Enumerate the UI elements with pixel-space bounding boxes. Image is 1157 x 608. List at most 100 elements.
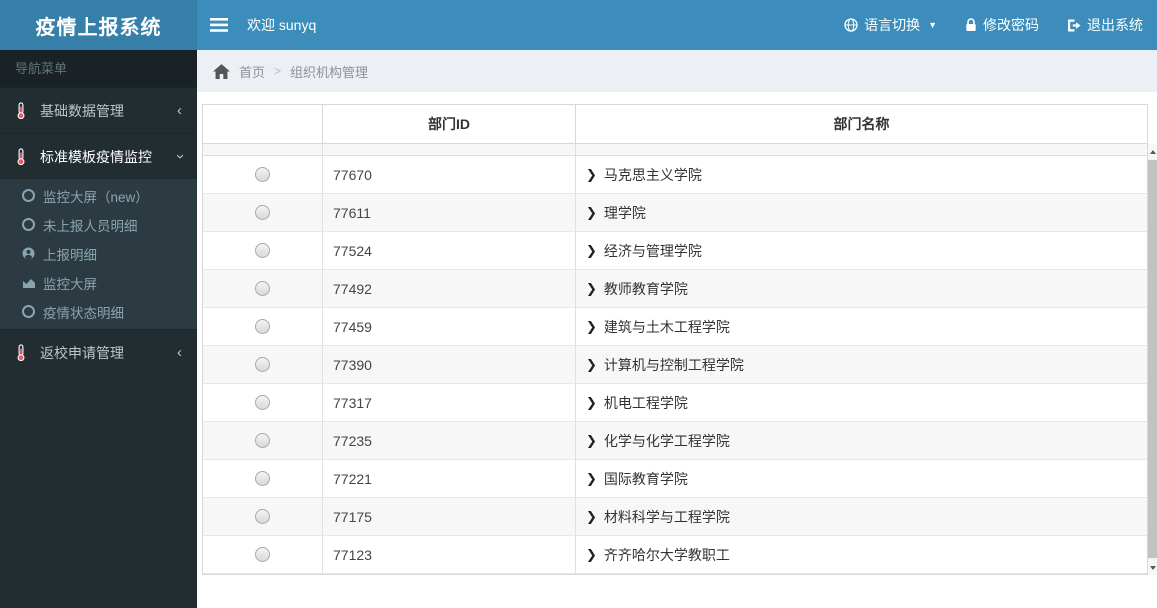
dept-name: 计算机与控制工程学院	[603, 356, 744, 373]
user-icon	[22, 247, 43, 260]
sidebar-item-label: 返校申请管理	[40, 344, 124, 361]
dept-id-cell: 77611	[323, 194, 576, 231]
dept-name-cell[interactable]: ❯ 计算机与控制工程学院	[576, 346, 1147, 383]
dept-id-cell: 77459	[323, 308, 576, 345]
top-navbar: 欢迎 sunyq 语言切换 ▼ 修改密码 退出系统	[197, 0, 1157, 50]
dept-name: 教师教育学院	[603, 280, 688, 297]
table-body: 77670 ❯ 马克思主义学院 77611 ❯ 理学院 77524 ❯ 经济与管…	[202, 144, 1148, 575]
change-password-label: 修改密码	[983, 17, 1039, 33]
chevron-right-icon: ❯	[586, 394, 597, 410]
dept-name-cell[interactable]: ❯ 国际教育学院	[576, 460, 1147, 497]
table-row: 77524 ❯ 经济与管理学院	[203, 232, 1147, 270]
sidebar-nav-header: 导航菜单	[0, 50, 197, 87]
dept-name-cell[interactable]: ❯ 经济与管理学院	[576, 232, 1147, 269]
submenu-item-label: 上报明细	[43, 247, 97, 263]
row-radio-button[interactable]	[255, 395, 270, 410]
language-switch-button[interactable]: 语言切换 ▼	[830, 0, 951, 50]
chevron-right-icon: ❯	[586, 280, 597, 296]
sidebar-item-epidemic-status-detail[interactable]: 疫情状态明细	[0, 297, 197, 326]
table-header-dept-name[interactable]: 部门名称	[576, 105, 1147, 143]
row-select-cell	[203, 384, 323, 421]
chevron-right-icon: ❯	[586, 356, 597, 372]
triangle-down-icon	[1149, 565, 1156, 570]
navbar-right-menu: 语言切换 ▼ 修改密码 退出系统	[830, 0, 1157, 50]
dept-name-cell[interactable]: ❯ 建筑与土木工程学院	[576, 308, 1147, 345]
row-select-cell	[203, 498, 323, 535]
row-select-cell	[203, 422, 323, 459]
row-radio-button[interactable]	[255, 281, 270, 296]
main-header: 疫情上报系统 欢迎 sunyq 语言切换 ▼ 修改密码 退出系统	[0, 0, 1157, 50]
scrollbar-up-button[interactable]	[1148, 144, 1157, 159]
dept-name-cell[interactable]: ❯ 教师教育学院	[576, 270, 1147, 307]
chevron-right-icon: ❯	[586, 546, 597, 562]
chevron-right-icon: ❯	[586, 242, 597, 258]
row-radio-button[interactable]	[255, 433, 270, 448]
sidebar-item-return-school-apply[interactable]: 返校申请管理 ‹	[0, 329, 197, 375]
sidebar-item-basic-data[interactable]: 基础数据管理 ‹	[0, 87, 197, 133]
row-radio-button[interactable]	[255, 471, 270, 486]
app-logo[interactable]: 疫情上报系统	[0, 0, 197, 50]
submenu-item-label: 未上报人员明细	[43, 218, 138, 234]
chevron-right-icon: ❯	[586, 166, 597, 182]
row-radio-button[interactable]	[255, 205, 270, 220]
logout-label: 退出系统	[1087, 17, 1143, 33]
table-row: 77670 ❯ 马克思主义学院	[203, 156, 1147, 194]
table-header-select	[203, 105, 323, 143]
row-select-cell	[203, 270, 323, 307]
dept-name: 经济与管理学院	[603, 242, 702, 259]
table-header-row: 部门ID 部门名称	[202, 104, 1148, 144]
chevron-right-icon: ❯	[586, 318, 597, 334]
change-password-button[interactable]: 修改密码	[951, 0, 1053, 50]
dept-name: 材料科学与工程学院	[603, 508, 730, 525]
row-radio-button[interactable]	[255, 357, 270, 372]
sidebar-item-monitor-screen[interactable]: 监控大屏	[0, 268, 197, 297]
row-radio-button[interactable]	[255, 547, 270, 562]
home-icon	[213, 63, 230, 79]
sidebar-item-report-detail[interactable]: 上报明细	[0, 239, 197, 268]
welcome-text: 欢迎 sunyq	[247, 17, 317, 33]
content-area: 首页 > 组织机构管理 部门ID 部门名称 77670 ❯ 马克思主义学院 77…	[197, 50, 1157, 608]
chevron-right-icon: ❯	[586, 432, 597, 448]
scrollbar-thumb[interactable]	[1148, 160, 1157, 558]
sign-out-icon	[1067, 19, 1081, 32]
dept-name-cell[interactable]: ❯ 材料科学与工程学院	[576, 498, 1147, 535]
row-select-cell	[203, 308, 323, 345]
dept-id-cell: 77123	[323, 536, 576, 573]
table-row: 77235 ❯ 化学与化学工程学院	[203, 422, 1147, 460]
sidebar-item-not-reported-detail[interactable]: 未上报人员明细	[0, 210, 197, 239]
chevron-down-icon: ‹	[171, 154, 188, 159]
row-select-cell	[203, 156, 323, 193]
lock-icon	[965, 18, 977, 32]
dept-id-cell: 77390	[323, 346, 576, 383]
sidebar-submenu: 监控大屏（new） 未上报人员明细 上报明细 监控大屏 疫情状态明细	[0, 179, 197, 329]
sidebar-item-monitor-screen-new[interactable]: 监控大屏（new）	[0, 181, 197, 210]
row-radio-button[interactable]	[255, 319, 270, 334]
row-radio-button[interactable]	[255, 509, 270, 524]
chevron-right-icon: ❯	[586, 508, 597, 524]
dept-name-cell[interactable]: ❯ 理学院	[576, 194, 1147, 231]
dept-id-cell: 77670	[323, 156, 576, 193]
table-row: 77175 ❯ 材料科学与工程学院	[203, 498, 1147, 536]
dept-name-cell[interactable]: ❯ 马克思主义学院	[576, 156, 1147, 193]
dept-name: 马克思主义学院	[603, 166, 702, 183]
breadcrumb-home-link[interactable]: 首页	[239, 62, 265, 81]
row-radio-button[interactable]	[255, 243, 270, 258]
dept-name-cell[interactable]: ❯ 齐齐哈尔大学教职工	[576, 536, 1147, 573]
row-radio-button[interactable]	[255, 167, 270, 182]
thermometer-icon	[15, 148, 40, 165]
dept-name-cell[interactable]: ❯ 化学与化学工程学院	[576, 422, 1147, 459]
dept-name-cell[interactable]: ❯ 机电工程学院	[576, 384, 1147, 421]
sidebar-item-label: 标准模板疫情监控	[40, 148, 152, 165]
row-select-cell	[203, 346, 323, 383]
table-header-dept-id[interactable]: 部门ID	[323, 105, 576, 143]
sidebar-item-standard-template-monitor[interactable]: 标准模板疫情监控 ‹	[0, 133, 197, 179]
logout-button[interactable]: 退出系统	[1053, 0, 1157, 50]
caret-down-icon: ▼	[928, 20, 937, 30]
scrollbar-down-button[interactable]	[1148, 560, 1157, 575]
sidebar-toggle-button[interactable]	[197, 0, 241, 50]
table-scrollbar[interactable]	[1148, 144, 1157, 575]
language-icon	[844, 18, 858, 32]
dept-id-cell: 77175	[323, 498, 576, 535]
sidebar-item-label: 基础数据管理	[40, 102, 124, 119]
table-row: 77611 ❯ 理学院	[203, 194, 1147, 232]
